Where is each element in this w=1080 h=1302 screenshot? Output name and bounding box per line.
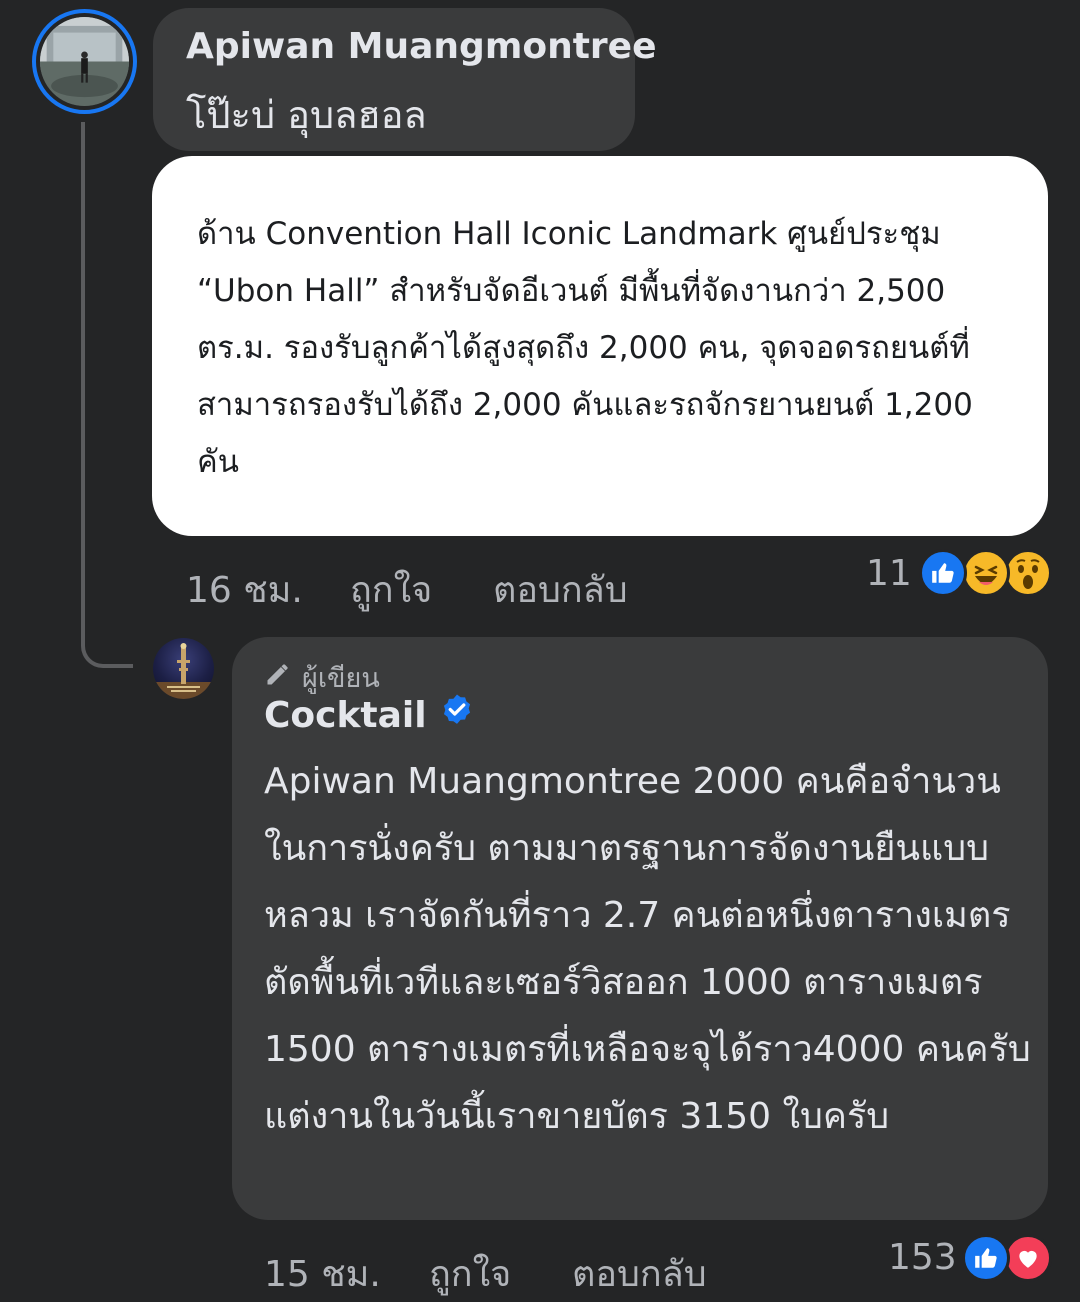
quoted-text: ด้าน Convention Hall Iconic Landmark ศูน…	[197, 216, 973, 480]
pencil-icon	[264, 660, 292, 695]
reply-text: Apiwan Muangmontree 2000 คนคือจำนวนในการ…	[264, 761, 1031, 1137]
reply-like-button[interactable]: ถูกใจ	[429, 1245, 511, 1302]
like-icon	[919, 549, 967, 597]
comment-author-name[interactable]: Apiwan Muangmontree	[186, 26, 657, 67]
reply-reply-button[interactable]: ตอบกลับ	[572, 1245, 707, 1302]
reply-button[interactable]: ตอบกลับ	[493, 561, 628, 618]
reply-reaction-count[interactable]: 153	[888, 1237, 957, 1278]
reply-author-name[interactable]: Cocktail	[264, 695, 427, 736]
comment-timestamp[interactable]: 16 ชม.	[186, 561, 303, 618]
haha-icon	[962, 549, 1010, 597]
wow-icon	[1004, 549, 1052, 597]
comment-text: โป๊ะบ่ อุบลฮอล	[186, 93, 427, 137]
verified-badge-icon	[439, 693, 475, 738]
love-icon	[1004, 1234, 1052, 1282]
like-icon	[962, 1234, 1010, 1282]
like-button[interactable]: ถูกใจ	[350, 561, 432, 618]
profile-photo	[40, 17, 129, 106]
avatar-cocktail[interactable]	[153, 638, 214, 699]
thread-connector-line	[81, 122, 133, 668]
reply-author[interactable]: Cocktail	[264, 693, 475, 738]
reaction-count[interactable]: 11	[866, 553, 912, 594]
reply-timestamp[interactable]: 15 ชม.	[264, 1245, 381, 1302]
avatar-apiwan[interactable]	[32, 9, 137, 114]
